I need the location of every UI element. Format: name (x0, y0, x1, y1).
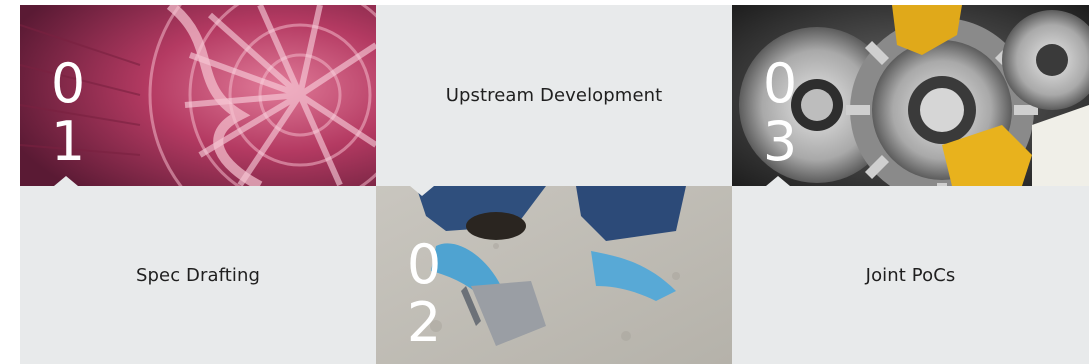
step-1-number: 01 (50, 52, 86, 173)
step-3-number: 03 (762, 52, 798, 173)
step-1-label: Spec Drafting (135, 264, 261, 286)
step-1-label-tile: Spec Drafting (20, 186, 376, 364)
step-3-pointer (766, 176, 790, 186)
step-2-label-tile: Upstream Development (376, 5, 732, 186)
step-1-image-tile: 01 (20, 5, 376, 186)
step-3-label-tile: Joint PoCs (732, 186, 1089, 364)
step-3-image-tile: 03 (732, 5, 1089, 186)
process-steps-grid: 01 Upstream Development 03 Spec Drafting… (20, 5, 1089, 364)
step-2-number: 02 (406, 233, 442, 354)
step-2-pointer (410, 186, 434, 196)
step-3-label: Joint PoCs (865, 264, 956, 286)
step-2-image-tile: 02 (376, 186, 732, 364)
step-2-label: Upstream Development (445, 85, 663, 106)
step-1-pointer (54, 176, 78, 186)
